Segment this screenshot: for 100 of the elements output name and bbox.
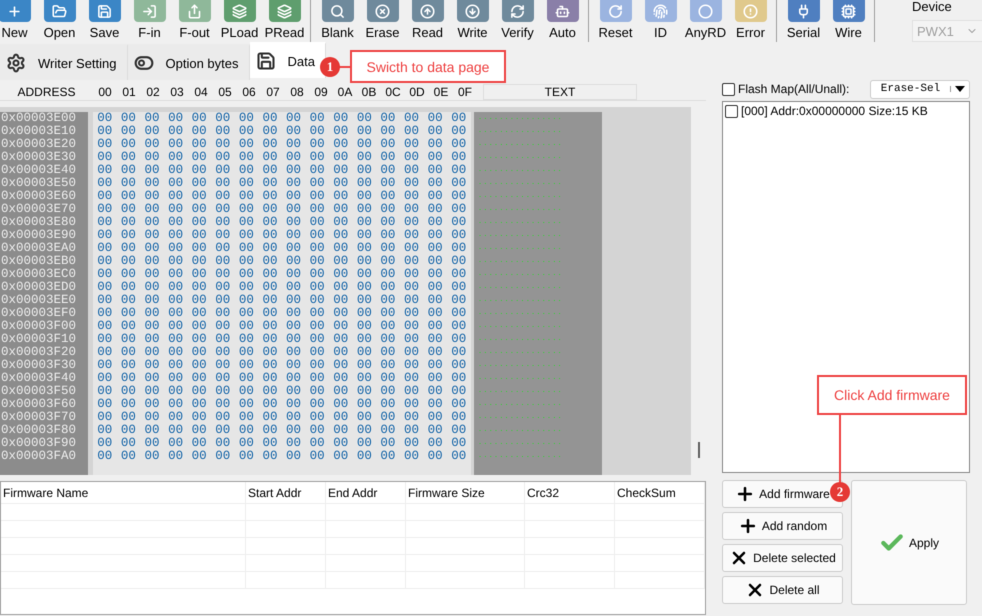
toolbar-button[interactable]: Wire — [826, 0, 871, 44]
byte-cell-text: 00 — [379, 268, 396, 281]
toolbar-button[interactable]: PLoad — [217, 0, 262, 44]
byte-cell-text: 00 — [379, 411, 396, 424]
byte-cell-text: 00 — [96, 424, 114, 437]
byte-cell-text: 00 — [261, 151, 278, 164]
column-header: 04 — [193, 85, 209, 99]
byte-cell-text: 00 — [403, 450, 420, 463]
byte-cell-text: 00 — [450, 164, 468, 177]
byte-cell-text: 00 — [214, 281, 232, 294]
action-button[interactable]: Delete selected — [722, 544, 843, 572]
byte-cell-text: 00 — [450, 177, 468, 190]
byte-cell-text: 00 — [379, 307, 396, 320]
byte-cell-text: 00 — [332, 255, 350, 268]
tab[interactable]: Writer Setting — [0, 44, 128, 80]
toolbar-button[interactable]: Serial — [781, 0, 826, 44]
column-header: 0C — [384, 85, 402, 99]
toolbar-button[interactable]: Write — [450, 0, 495, 44]
toolbar-button[interactable]: F-in — [127, 0, 172, 44]
byte-cell-text: 00 — [143, 346, 160, 359]
byte-cell-text: 00 — [96, 385, 114, 398]
byte-cell-text: 00 — [450, 281, 468, 294]
toolbar-button[interactable]: Save — [82, 0, 127, 44]
byte-cell-text: 00 — [261, 359, 278, 372]
byte-cell-text: 00 — [403, 320, 420, 333]
tab[interactable]: Option bytes — [128, 44, 250, 80]
toolbar-button[interactable]: ID — [638, 0, 683, 44]
toolbar-button[interactable]: Error — [728, 0, 773, 44]
flash-map-checkbox[interactable]: Flash Map(All/Unall): — [722, 82, 850, 96]
byte-cell-text: 00 — [238, 307, 255, 320]
byte-cell-text: 00 — [190, 216, 208, 229]
address-cell-text: 0x00003E00 — [0, 112, 78, 125]
byte-cell-text: 00 — [356, 125, 373, 138]
byte-cell-text: 00 — [167, 424, 184, 437]
byte-cell-text: 00 — [238, 190, 255, 203]
byte-cell-text: 00 — [379, 138, 396, 151]
toolbar-button[interactable]: Reset — [593, 0, 638, 44]
scrollbar-thumb[interactable] — [698, 442, 700, 458]
byte-cell-text: 00 — [379, 359, 396, 372]
address-cell-text: 0x00003EC0 — [0, 268, 78, 281]
byte-cell-text: 00 — [356, 294, 373, 307]
byte-cell-text: 00 — [426, 424, 444, 437]
byte-cell-text: 00 — [96, 190, 114, 203]
byte-cell-text: 00 — [214, 372, 232, 385]
byte-cell-text: 00 — [332, 229, 350, 242]
byte-cell-text: 00 — [356, 216, 373, 229]
toolbar-button[interactable]: F-out — [172, 0, 217, 44]
byte-cell-text: 00 — [356, 307, 373, 320]
byte-cell-text: 00 — [332, 320, 350, 333]
toolbar-button[interactable]: Auto — [540, 0, 585, 44]
column-header: 06 — [241, 85, 257, 99]
toolbar-button[interactable]: Verify — [495, 0, 540, 44]
byte-cell-text: 00 — [308, 151, 326, 164]
action-button[interactable]: Add random — [722, 512, 843, 540]
byte-cell-text: 00 — [214, 450, 232, 463]
byte-cell-text: 00 — [332, 125, 350, 138]
byte-cell-text: 00 — [450, 437, 468, 450]
tab[interactable]: Data — [250, 42, 326, 78]
byte-cell-text: 00 — [285, 411, 302, 424]
byte-cell-text: 00 — [214, 138, 232, 151]
byte-cell-text: 00 — [261, 385, 278, 398]
byte-cell-text: 00 — [308, 268, 326, 281]
byte-cell-text: 00 — [96, 216, 114, 229]
byte-cell-text: 00 — [285, 190, 302, 203]
byte-cell-text: 00 — [332, 424, 350, 437]
byte-cell-text: 00 — [285, 450, 302, 463]
byte-cell-text: 00 — [332, 177, 350, 190]
byte-cell-text: 00 — [356, 281, 373, 294]
toolbar-button[interactable]: Erase — [360, 0, 405, 44]
byte-cell-text: 00 — [120, 268, 137, 281]
toolbar-button[interactable]: New — [0, 0, 37, 44]
byte-cell-text: 00 — [96, 203, 114, 216]
byte-cell-text: 00 — [238, 125, 255, 138]
byte-cell-text: 00 — [356, 190, 373, 203]
toolbar-button[interactable]: Blank — [315, 0, 360, 44]
byte-cell-text: 00 — [238, 138, 255, 151]
byte-cell-text: 00 — [96, 268, 114, 281]
byte-cell-text: 00 — [450, 112, 468, 125]
byte-cell-text: 00 — [120, 242, 137, 255]
byte-cell-text: 00 — [96, 229, 114, 242]
address-cell-text: 0x00003E90 — [0, 229, 78, 242]
byte-cell-text: 00 — [143, 450, 160, 463]
byte-cell-text: 00 — [167, 359, 184, 372]
byte-cell-text: 00 — [238, 320, 255, 333]
byte-cell-text: 00 — [96, 177, 114, 190]
byte-cell-text: 00 — [450, 307, 468, 320]
toolbar-button[interactable]: Read — [405, 0, 450, 44]
toolbar-button[interactable]: Open — [37, 0, 82, 44]
byte-cell-text: 00 — [261, 424, 278, 437]
byte-cell-text: 00 — [308, 242, 326, 255]
byte-cell-text: 00 — [261, 216, 278, 229]
action-button[interactable]: Delete all — [722, 576, 843, 604]
byte-cell-text: 00 — [356, 411, 373, 424]
flash-map-item[interactable]: [000] Addr:0x00000000 Size:15 KB — [725, 104, 967, 118]
byte-cell-text: 00 — [190, 151, 208, 164]
byte-cell-text: 00 — [238, 229, 255, 242]
toolbar-button[interactable]: AnyRD — [683, 0, 728, 44]
byte-cell-text: 00 — [261, 450, 278, 463]
erase-mode-select[interactable]: Erase-Sel — [870, 80, 970, 98]
apply-button[interactable]: Apply — [851, 480, 967, 605]
